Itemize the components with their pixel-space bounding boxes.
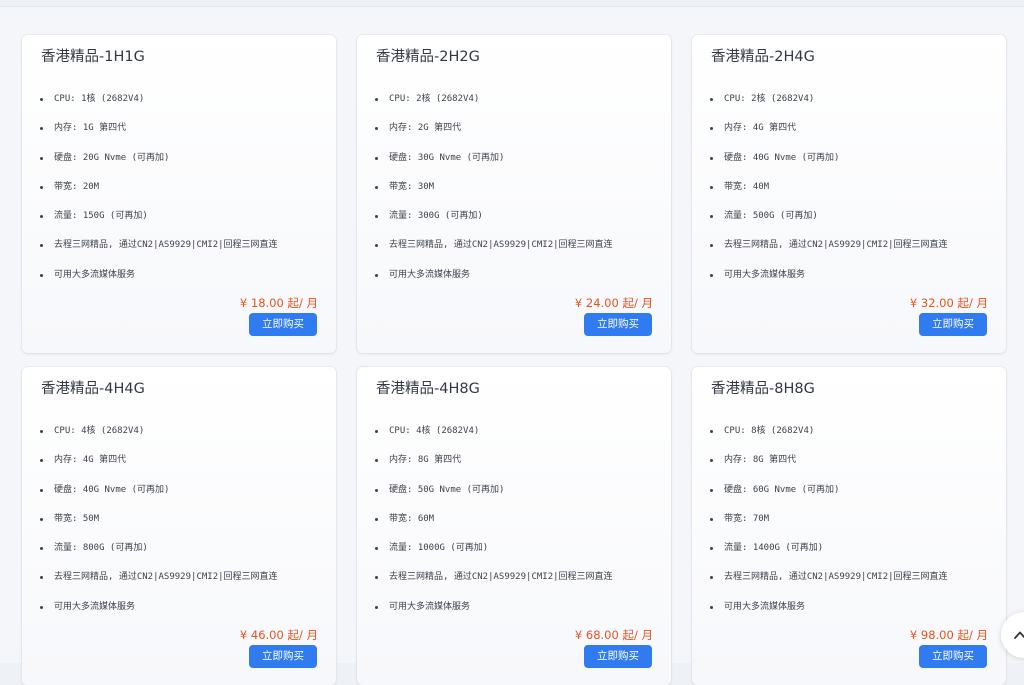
plan-title: 香港精品-8H8G <box>711 381 815 397</box>
spec-traffic: 流量: 1400G (可再加) <box>708 542 948 571</box>
spec-bandwidth: 带宽: 70M <box>708 513 948 542</box>
plan-price: ¥ 18.00 起/ 月 <box>239 296 318 310</box>
spec-streaming: 可用大多流媒体服务 <box>708 601 948 630</box>
buy-now-button[interactable]: 立即购买 <box>249 645 317 668</box>
plan-price: ¥ 24.00 起/ 月 <box>574 296 653 310</box>
spec-bandwidth: 带宽: 50M <box>38 513 278 542</box>
buy-now-button[interactable]: 立即购买 <box>249 313 317 336</box>
plan-title: 香港精品-1H1G <box>41 49 145 65</box>
spec-route: 去程三网精品, 通过CN2|AS9929|CMI2|回程三网直连 <box>373 239 613 268</box>
spec-streaming: 可用大多流媒体服务 <box>708 269 948 298</box>
plan-title: 香港精品-4H4G <box>41 381 145 397</box>
spec-traffic: 流量: 150G (可再加) <box>38 210 278 239</box>
plan-title: 香港精品-4H8G <box>376 381 480 397</box>
buy-now-button[interactable]: 立即购买 <box>584 645 652 668</box>
spec-list: CPU: 1核 (2682V4) 内存: 1G 第四代 硬盘: 20G Nvme… <box>38 93 278 298</box>
spec-streaming: 可用大多流媒体服务 <box>38 269 278 298</box>
plan-grid: 香港精品-1H1G CPU: 1核 (2682V4) 内存: 1G 第四代 硬盘… <box>22 35 1006 685</box>
plan-card: 香港精品-1H1G CPU: 1核 (2682V4) 内存: 1G 第四代 硬盘… <box>22 35 336 353</box>
spec-traffic: 流量: 800G (可再加) <box>38 542 278 571</box>
buy-now-button[interactable]: 立即购买 <box>919 313 987 336</box>
plans-panel: 香港精品-1H1G CPU: 1核 (2682V4) 内存: 1G 第四代 硬盘… <box>0 6 1024 685</box>
spec-route: 去程三网精品, 通过CN2|AS9929|CMI2|回程三网直连 <box>708 571 948 600</box>
spec-cpu: CPU: 4核 (2682V4) <box>373 425 613 454</box>
plan-price: ¥ 98.00 起/ 月 <box>909 628 988 642</box>
spec-list: CPU: 2核 (2682V4) 内存: 2G 第四代 硬盘: 30G Nvme… <box>373 93 613 298</box>
plan-title: 香港精品-2H4G <box>711 49 815 65</box>
spec-streaming: 可用大多流媒体服务 <box>373 601 613 630</box>
buy-now-button[interactable]: 立即购买 <box>919 645 987 668</box>
plan-card: 香港精品-4H4G CPU: 4核 (2682V4) 内存: 4G 第四代 硬盘… <box>22 367 336 685</box>
spec-route: 去程三网精品, 通过CN2|AS9929|CMI2|回程三网直连 <box>38 239 278 268</box>
plan-title: 香港精品-2H2G <box>376 49 480 65</box>
spec-memory: 内存: 4G 第四代 <box>708 122 948 151</box>
spec-disk: 硬盘: 40G Nvme (可再加) <box>708 152 948 181</box>
spec-bandwidth: 带宽: 40M <box>708 181 948 210</box>
spec-disk: 硬盘: 40G Nvme (可再加) <box>38 484 278 513</box>
spec-list: CPU: 8核 (2682V4) 内存: 8G 第四代 硬盘: 60G Nvme… <box>708 425 948 630</box>
spec-cpu: CPU: 2核 (2682V4) <box>373 93 613 122</box>
spec-list: CPU: 4核 (2682V4) 内存: 8G 第四代 硬盘: 50G Nvme… <box>373 425 613 630</box>
spec-cpu: CPU: 1核 (2682V4) <box>38 93 278 122</box>
spec-traffic: 流量: 1000G (可再加) <box>373 542 613 571</box>
spec-disk: 硬盘: 50G Nvme (可再加) <box>373 484 613 513</box>
spec-list: CPU: 4核 (2682V4) 内存: 4G 第四代 硬盘: 40G Nvme… <box>38 425 278 630</box>
plan-card: 香港精品-2H2G CPU: 2核 (2682V4) 内存: 2G 第四代 硬盘… <box>357 35 671 353</box>
spec-bandwidth: 带宽: 20M <box>38 181 278 210</box>
spec-memory: 内存: 1G 第四代 <box>38 122 278 151</box>
spec-list: CPU: 2核 (2682V4) 内存: 4G 第四代 硬盘: 40G Nvme… <box>708 93 948 298</box>
plan-card: 香港精品-4H8G CPU: 4核 (2682V4) 内存: 8G 第四代 硬盘… <box>357 367 671 685</box>
spec-disk: 硬盘: 60G Nvme (可再加) <box>708 484 948 513</box>
spec-disk: 硬盘: 30G Nvme (可再加) <box>373 152 613 181</box>
spec-cpu: CPU: 4核 (2682V4) <box>38 425 278 454</box>
spec-memory: 内存: 4G 第四代 <box>38 454 278 483</box>
chevron-up-icon <box>1014 631 1024 639</box>
spec-streaming: 可用大多流媒体服务 <box>38 601 278 630</box>
spec-route: 去程三网精品, 通过CN2|AS9929|CMI2|回程三网直连 <box>38 571 278 600</box>
spec-memory: 内存: 8G 第四代 <box>373 454 613 483</box>
plan-card: 香港精品-2H4G CPU: 2核 (2682V4) 内存: 4G 第四代 硬盘… <box>692 35 1006 353</box>
spec-bandwidth: 带宽: 60M <box>373 513 613 542</box>
spec-memory: 内存: 2G 第四代 <box>373 122 613 151</box>
spec-traffic: 流量: 500G (可再加) <box>708 210 948 239</box>
spec-traffic: 流量: 300G (可再加) <box>373 210 613 239</box>
buy-now-button[interactable]: 立即购买 <box>584 313 652 336</box>
spec-memory: 内存: 8G 第四代 <box>708 454 948 483</box>
spec-route: 去程三网精品, 通过CN2|AS9929|CMI2|回程三网直连 <box>708 239 948 268</box>
spec-cpu: CPU: 2核 (2682V4) <box>708 93 948 122</box>
plan-price: ¥ 46.00 起/ 月 <box>239 628 318 642</box>
plan-price: ¥ 68.00 起/ 月 <box>574 628 653 642</box>
plan-price: ¥ 32.00 起/ 月 <box>909 296 988 310</box>
spec-route: 去程三网精品, 通过CN2|AS9929|CMI2|回程三网直连 <box>373 571 613 600</box>
spec-bandwidth: 带宽: 30M <box>373 181 613 210</box>
plan-card: 香港精品-8H8G CPU: 8核 (2682V4) 内存: 8G 第四代 硬盘… <box>692 367 1006 685</box>
spec-cpu: CPU: 8核 (2682V4) <box>708 425 948 454</box>
spec-disk: 硬盘: 20G Nvme (可再加) <box>38 152 278 181</box>
spec-streaming: 可用大多流媒体服务 <box>373 269 613 298</box>
